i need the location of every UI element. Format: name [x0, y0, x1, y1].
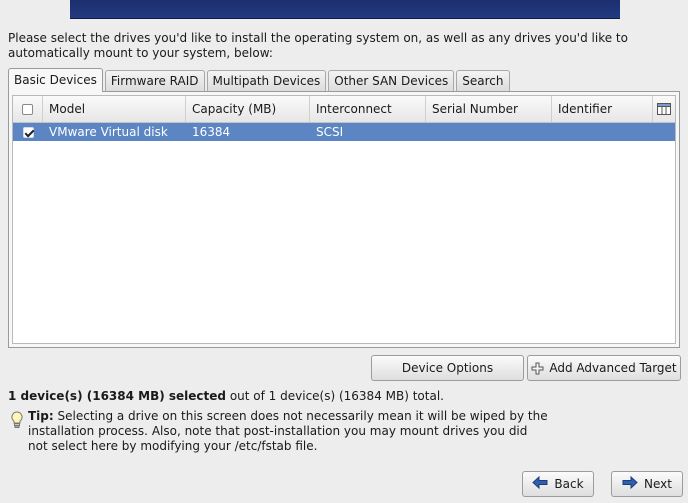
- devices-table: Model Capacity (MB) Interconnect Serial …: [12, 95, 676, 344]
- table-header: Model Capacity (MB) Interconnect Serial …: [13, 96, 675, 123]
- column-header-serial-number[interactable]: Serial Number: [426, 96, 552, 122]
- select-all-checkbox-cell[interactable]: [13, 96, 43, 122]
- tip-body: Selecting a drive on this screen does no…: [28, 409, 548, 453]
- cell-identifier: [552, 123, 675, 141]
- devices-panel: Model Capacity (MB) Interconnect Serial …: [8, 91, 680, 348]
- tab-other-san-devices[interactable]: Other SAN Devices: [328, 70, 455, 91]
- device-options-label: Device Options: [401, 361, 494, 375]
- tab-basic-devices[interactable]: Basic Devices: [8, 68, 103, 92]
- header-banner: [70, 0, 620, 19]
- select-all-checkbox[interactable]: [22, 103, 33, 115]
- add-advanced-target-label: Add Advanced Target: [549, 361, 677, 375]
- next-button[interactable]: Next: [611, 471, 683, 497]
- next-label: Next: [644, 477, 672, 491]
- selection-summary-bold: 1 device(s) (16384 MB) selected: [8, 389, 227, 403]
- column-header-model[interactable]: Model: [43, 96, 186, 122]
- device-tabs: Basic Devices Firmware RAID Multipath De…: [8, 67, 512, 92]
- tab-multipath-devices[interactable]: Multipath Devices: [206, 70, 327, 91]
- plus-icon: [531, 362, 544, 375]
- row-checkbox[interactable]: [22, 126, 34, 138]
- cell-serial-number: [426, 123, 552, 141]
- column-header-identifier[interactable]: Identifier: [552, 96, 653, 122]
- back-label: Back: [554, 477, 584, 491]
- cell-interconnect: SCSI: [316, 125, 344, 139]
- cell-capacity: 16384: [192, 125, 231, 139]
- column-header-interconnect[interactable]: Interconnect: [310, 96, 426, 122]
- selection-summary-rest: out of 1 device(s) (16384 MB) total.: [226, 389, 444, 403]
- tip-label: Tip:: [28, 409, 54, 423]
- lightbulb-icon: [11, 411, 23, 433]
- selection-summary: 1 device(s) (16384 MB) selected out of 1…: [8, 389, 444, 404]
- tab-firmware-raid[interactable]: Firmware RAID: [104, 70, 205, 91]
- instruction-text: Please select the drives you'd like to i…: [8, 31, 628, 60]
- tip-text: Tip: Selecting a drive on this screen do…: [28, 409, 548, 454]
- arrow-left-icon: [532, 475, 548, 492]
- table-row[interactable]: VMware Virtual disk 16384 SCSI: [13, 123, 675, 141]
- add-advanced-target-button[interactable]: Add Advanced Target: [527, 355, 681, 381]
- device-options-button[interactable]: Device Options: [371, 355, 524, 381]
- row-checkbox-cell[interactable]: [13, 123, 43, 141]
- tab-search[interactable]: Search: [456, 70, 510, 91]
- column-header-capacity[interactable]: Capacity (MB): [186, 96, 310, 122]
- back-button[interactable]: Back: [522, 471, 594, 497]
- column-chooser-icon[interactable]: [653, 96, 675, 122]
- arrow-right-icon: [622, 475, 638, 492]
- cell-model: VMware Virtual disk: [49, 125, 168, 139]
